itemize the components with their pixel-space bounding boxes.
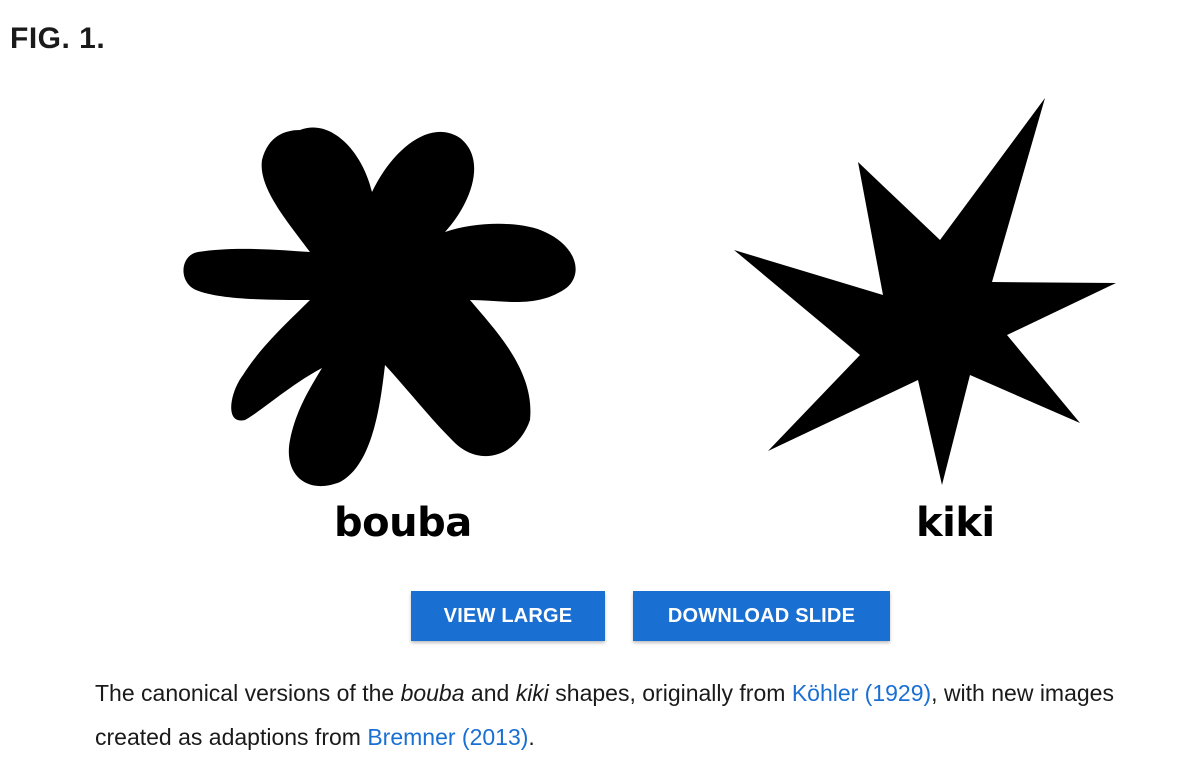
figure-label: FIG. 1.: [10, 22, 106, 55]
citation-link-kohler[interactable]: Köhler (1929): [792, 680, 931, 706]
caption-emphasis-kiki: kiki: [515, 680, 549, 706]
figure-caption: The canonical versions of the bouba and …: [95, 671, 1155, 759]
figure-actions: VIEW LARGE DOWNLOAD SLIDE: [0, 591, 1199, 641]
view-large-button[interactable]: VIEW LARGE: [411, 591, 605, 641]
kiki-label: kiki: [916, 500, 995, 546]
bouba-shape: [183, 127, 576, 487]
figure-image: [183, 98, 1116, 487]
caption-text: shapes, originally from: [548, 680, 792, 706]
citation-link-bremner[interactable]: Bremner (2013): [367, 724, 528, 750]
caption-text: .: [528, 724, 535, 750]
caption-text: The canonical versions of the: [95, 680, 401, 706]
caption-emphasis-bouba: bouba: [400, 680, 465, 706]
caption-text: and: [464, 680, 516, 706]
download-slide-button[interactable]: DOWNLOAD SLIDE: [633, 591, 890, 641]
kiki-shape: [734, 98, 1116, 485]
bouba-label: bouba: [334, 500, 472, 546]
